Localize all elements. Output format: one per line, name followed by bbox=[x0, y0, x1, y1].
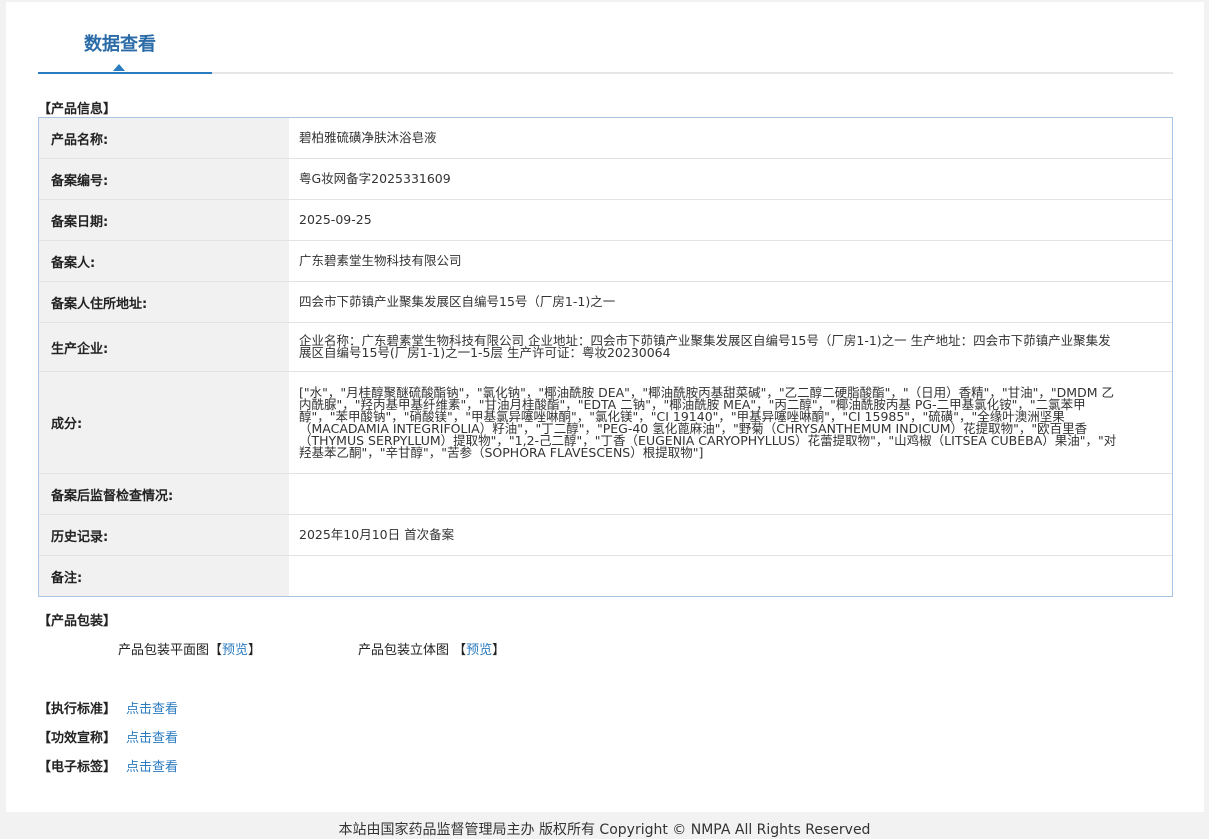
info-label: 产品名称: bbox=[39, 118, 289, 158]
standard-row: 【执行标准】 点击查看 bbox=[38, 698, 178, 717]
packaging-flat-preview-link[interactable]: 预览 bbox=[222, 643, 248, 658]
info-value: 企业名称：广东碧素堂生物科技有限公司 企业地址：四会市下茆镇产业聚集发展区自编号… bbox=[299, 333, 1111, 360]
efficacy-claim-row: 【功效宣称】 点击查看 bbox=[38, 727, 178, 746]
info-row-filing-number: 备案编号: 粤G妆网备字2025331609 bbox=[39, 159, 1172, 200]
info-label: 成分: bbox=[39, 372, 289, 473]
info-label: 备案日期: bbox=[39, 200, 289, 240]
info-value: ["水"，"月桂醇聚醚硫酸酯钠"，"氯化钠"，"椰油酰胺 DEA"，"椰油酰胺丙… bbox=[299, 384, 1117, 460]
info-value: 碧柏雅硫磺净肤沐浴皂液 bbox=[299, 130, 437, 145]
standard-view-link[interactable]: 点击查看 bbox=[126, 702, 178, 717]
info-row-filing-date: 备案日期: 2025-09-25 bbox=[39, 200, 1172, 241]
efficacy-claim-view-link[interactable]: 点击查看 bbox=[126, 731, 178, 746]
e-label-label: 【电子标签】 bbox=[38, 760, 117, 775]
info-label: 备注: bbox=[39, 556, 289, 596]
info-value bbox=[289, 556, 1172, 596]
info-label: 历史记录: bbox=[39, 515, 289, 555]
efficacy-claim-label: 【功效宣称】 bbox=[38, 731, 117, 746]
packaging-flat-item: 产品包装平面图【预览】 bbox=[118, 639, 261, 658]
packaging-flat-label: 产品包装平面图 bbox=[118, 643, 210, 658]
packaging-3d-preview-link[interactable]: 预览 bbox=[466, 643, 492, 658]
e-label-view-link[interactable]: 点击查看 bbox=[126, 760, 178, 775]
bracket-close: 】 bbox=[492, 643, 506, 658]
info-value: 广东碧素堂生物科技有限公司 bbox=[299, 253, 462, 268]
tab-bar: 数据查看 bbox=[38, 2, 1173, 74]
tab-data-view-label: 数据查看 bbox=[84, 34, 156, 55]
content-panel: 数据查看 【产品信息】 产品名称: 碧柏雅硫磺净肤沐浴皂液 备案编号: 粤G妆网… bbox=[6, 2, 1204, 812]
info-value: 2025年10月10日 首次备案 bbox=[299, 527, 455, 542]
product-info-table: 产品名称: 碧柏雅硫磺净肤沐浴皂液 备案编号: 粤G妆网备字2025331609… bbox=[38, 117, 1173, 597]
packaging-3d-item: 产品包装立体图 【预览】 bbox=[358, 639, 505, 658]
bracket-open: 【 bbox=[453, 643, 467, 658]
info-row-product-name: 产品名称: 碧柏雅硫磺净肤沐浴皂液 bbox=[39, 118, 1172, 159]
bracket-open: 【 bbox=[209, 643, 223, 658]
info-row-supervision: 备案后监督检查情况: bbox=[39, 474, 1172, 515]
info-label: 生产企业: bbox=[39, 323, 289, 371]
info-value: 四会市下茆镇产业聚集发展区自编号15号（厂房1-1)之一 bbox=[299, 294, 616, 309]
product-info-section-title: 【产品信息】 bbox=[38, 102, 117, 117]
info-row-history: 历史记录: 2025年10月10日 首次备案 bbox=[39, 515, 1172, 556]
info-value bbox=[289, 474, 1172, 514]
info-label: 备案编号: bbox=[39, 159, 289, 199]
info-row-filer: 备案人: 广东碧素堂生物科技有限公司 bbox=[39, 241, 1172, 282]
info-row-manufacturer: 生产企业: 企业名称：广东碧素堂生物科技有限公司 企业地址：四会市下茆镇产业聚集… bbox=[39, 323, 1172, 372]
info-label: 备案人住所地址: bbox=[39, 282, 289, 322]
info-row-remarks: 备注: bbox=[39, 556, 1172, 596]
info-value: 粤G妆网备字2025331609 bbox=[299, 171, 451, 186]
info-label: 备案后监督检查情况: bbox=[39, 474, 289, 514]
info-value: 2025-09-25 bbox=[299, 212, 372, 227]
bracket-close: 】 bbox=[248, 643, 262, 658]
packaging-section-title: 【产品包装】 bbox=[38, 614, 117, 629]
info-row-filer-address: 备案人住所地址: 四会市下茆镇产业聚集发展区自编号15号（厂房1-1)之一 bbox=[39, 282, 1172, 323]
tab-active-caret-icon bbox=[113, 64, 125, 71]
info-label: 备案人: bbox=[39, 241, 289, 281]
info-row-ingredients: 成分: ["水"，"月桂醇聚醚硫酸酯钠"，"氯化钠"，"椰油酰胺 DEA"，"椰… bbox=[39, 372, 1172, 474]
tab-data-view[interactable]: 数据查看 bbox=[38, 2, 212, 74]
footer-copyright: 本站由国家药品监督管理局主办 版权所有 Copyright © NMPA All… bbox=[338, 822, 871, 838]
e-label-row: 【电子标签】 点击查看 bbox=[38, 756, 178, 775]
standard-label: 【执行标准】 bbox=[38, 702, 117, 717]
packaging-3d-label: 产品包装立体图 bbox=[358, 643, 454, 658]
